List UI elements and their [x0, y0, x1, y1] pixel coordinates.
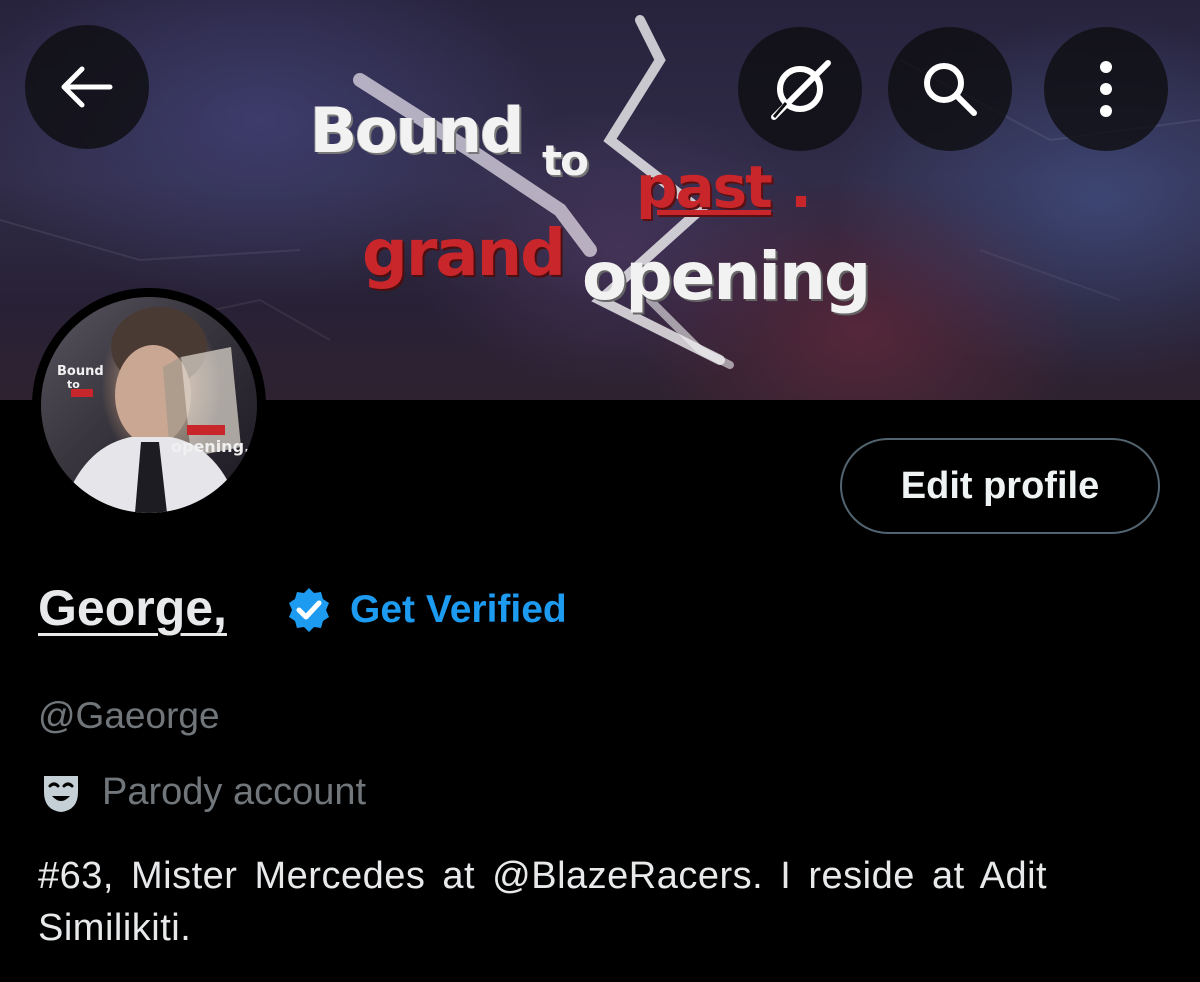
- profile-bio: #63, Mister Mercedes at @BlazeRacers. I …: [38, 855, 1048, 949]
- parody-account-label: Parody account: [102, 771, 367, 813]
- search-icon: [924, 63, 977, 116]
- avatar-photo: [61, 307, 241, 513]
- banner-text-to: to: [542, 136, 589, 185]
- back-button[interactable]: [25, 25, 149, 149]
- grok-icon: [771, 60, 831, 120]
- avatar-text-bound: Bound: [57, 364, 104, 379]
- username-handle: @Gaeorge: [38, 695, 220, 736]
- theater-mask-icon: [44, 776, 78, 812]
- banner-text-past: past: [636, 153, 773, 221]
- verified-badge-icon[interactable]: [285, 586, 333, 634]
- edit-profile-button[interactable]: Edit profile: [840, 438, 1160, 534]
- display-name: George,: [38, 580, 227, 636]
- avatar-text-to: to: [67, 378, 80, 391]
- more-vertical-icon: [1100, 61, 1112, 117]
- more-options-button[interactable]: [1044, 27, 1168, 151]
- avatar[interactable]: Bound to opening.: [41, 297, 257, 513]
- banner-text-bound: Bound: [310, 94, 525, 167]
- banner-text-grand: grand: [362, 217, 566, 291]
- get-verified-link[interactable]: Get Verified: [350, 586, 567, 634]
- profile-page: Bound to past . grand opening Bound to o…: [0, 0, 1200, 982]
- arrow-left-icon: [61, 66, 113, 108]
- search-button[interactable]: [888, 27, 1012, 151]
- banner-text-opening: opening: [582, 238, 871, 315]
- grok-button[interactable]: [738, 27, 862, 151]
- banner-text-dot: .: [790, 153, 812, 221]
- avatar-text-opening: opening.: [171, 437, 251, 456]
